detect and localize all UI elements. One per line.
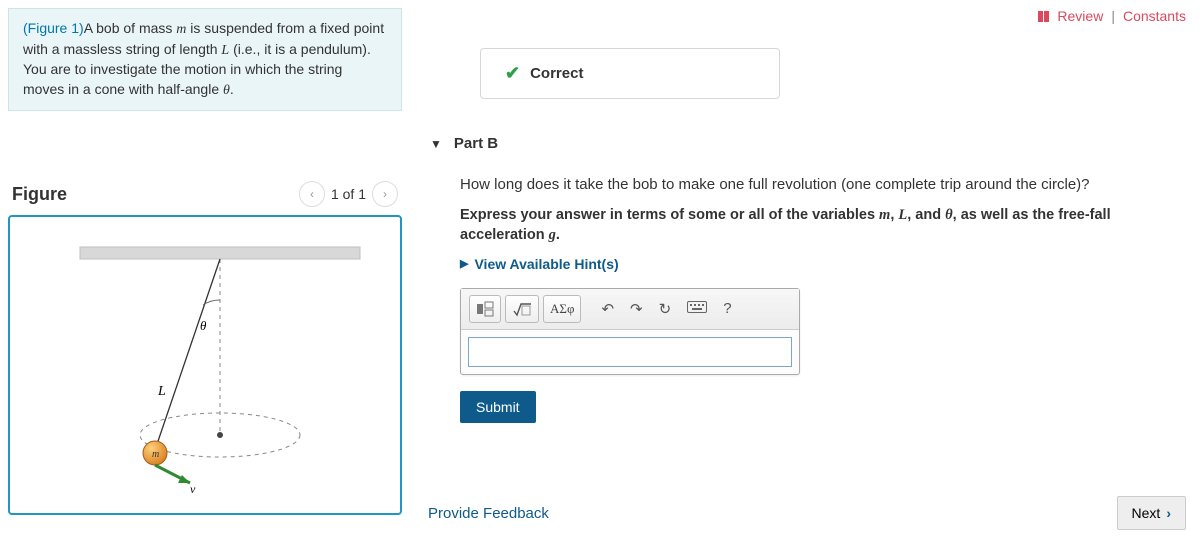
- help-button[interactable]: ?: [717, 296, 737, 321]
- answer-box: ΑΣφ ↶ ↷ ↻ ?: [460, 288, 800, 375]
- top-links: Review | Constants: [1038, 8, 1186, 24]
- book-icon: [1038, 11, 1049, 22]
- chevron-right-icon: ›: [1166, 505, 1171, 521]
- figure-image: m v θ L: [8, 215, 402, 515]
- check-icon: ✔: [505, 63, 520, 84]
- figure-pager: ‹ 1 of 1 ›: [299, 181, 398, 207]
- caret-right-icon: ▶: [460, 257, 468, 270]
- greek-tool-button[interactable]: ΑΣφ: [543, 295, 581, 323]
- review-link[interactable]: Review: [1057, 8, 1103, 24]
- part-b-question: How long does it take the bob to make on…: [460, 176, 1190, 193]
- next-button[interactable]: Next›: [1117, 496, 1186, 530]
- figure-reference-link[interactable]: (Figure 1): [23, 20, 84, 36]
- figure-prev-button[interactable]: ‹: [299, 181, 325, 207]
- part-b-instruction: Express your answer in terms of some or …: [460, 205, 1190, 246]
- reset-button[interactable]: ↻: [653, 296, 678, 322]
- svg-text:θ: θ: [200, 318, 207, 333]
- answer-input[interactable]: [468, 337, 792, 367]
- part-b-header[interactable]: ▼ Part B: [430, 129, 1190, 158]
- sqrt-tool-button[interactable]: [505, 295, 539, 323]
- template-tool-button[interactable]: [469, 295, 501, 323]
- svg-text:L: L: [157, 384, 166, 399]
- separator: |: [1111, 8, 1115, 24]
- problem-statement: (Figure 1)A bob of mass m is suspended f…: [8, 8, 402, 111]
- provide-feedback-link[interactable]: Provide Feedback: [428, 505, 549, 522]
- figure-pager-text: 1 of 1: [331, 186, 366, 202]
- correct-feedback-box: ✔ Correct: [480, 48, 780, 99]
- figure-title: Figure: [12, 184, 67, 205]
- equation-toolbar: ΑΣφ ↶ ↷ ↻ ?: [461, 289, 799, 330]
- submit-button[interactable]: Submit: [460, 391, 536, 423]
- figure-next-button[interactable]: ›: [372, 181, 398, 207]
- svg-text:m: m: [152, 449, 159, 460]
- caret-down-icon: ▼: [430, 137, 442, 151]
- correct-label: Correct: [530, 65, 583, 82]
- view-hints-link[interactable]: ▶ View Available Hint(s): [460, 256, 1190, 272]
- constants-link[interactable]: Constants: [1123, 8, 1186, 24]
- keyboard-button[interactable]: [681, 296, 713, 321]
- part-b-label: Part B: [454, 135, 498, 152]
- redo-button[interactable]: ↷: [624, 296, 649, 322]
- svg-text:v: v: [190, 482, 196, 495]
- undo-button[interactable]: ↶: [595, 296, 620, 322]
